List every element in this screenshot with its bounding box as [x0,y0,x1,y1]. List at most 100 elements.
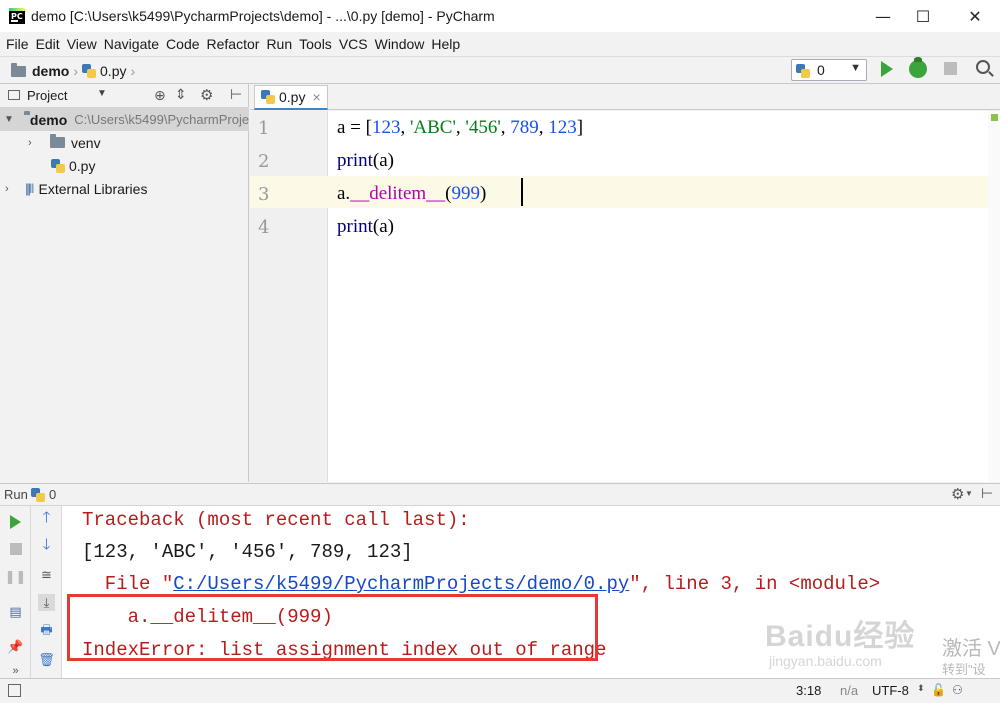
line-separator[interactable]: n/a [840,683,858,698]
menu-refactor[interactable]: Refactor [204,36,263,52]
restore-layout-icon[interactable]: ▤ [7,603,24,620]
menu-help[interactable]: Help [428,36,463,52]
line-number: 4 [258,217,270,238]
python-file-icon [82,64,97,78]
pause-button[interactable]: ❚❚ [5,568,27,585]
debug-bug-icon[interactable] [909,57,927,78]
line-number: 2 [258,151,270,172]
trash-icon[interactable]: 🗑 [38,651,55,668]
run-toolbar-left: ❚❚ ▤ 📌 » [0,506,31,678]
project-view-icon [8,90,20,100]
menu-bar: File Edit View Navigate Code Refactor Ru… [0,32,1000,56]
editor-tab-bar: 0.py × [250,84,1000,110]
activation-line-2: 转到"设 [942,662,986,677]
close-button[interactable]: ✕ [952,0,998,32]
tab-close-icon[interactable]: × [312,89,320,105]
chevron-down-icon: ▼ [850,62,861,74]
tab-0py[interactable]: 0.py × [254,85,328,110]
folder-icon [11,62,26,77]
tree-root-label: demo [29,111,68,128]
menu-navigate[interactable]: Navigate [101,36,162,52]
menu-window[interactable]: Window [372,36,428,52]
tree-item-0py[interactable]: 0.py [0,154,249,177]
locate-icon[interactable]: ⊕ [154,87,166,104]
breadcrumb: demo › 0.py › [11,62,136,79]
tool-windows-icon[interactable] [8,684,21,697]
tree-root-path: C:\Users\k5499\PycharmProjects\demo [74,112,249,127]
print-icon[interactable]: 🖶 [38,622,55,640]
chevron-right-icon: › [73,63,79,79]
library-icon: |||‖ [25,181,34,196]
python-file-icon [796,64,810,78]
error-highlight-box [67,594,598,661]
gear-icon[interactable]: ⚙ [200,86,213,104]
scroll-to-end-icon[interactable]: ⤓ [38,594,55,611]
tree-item-label: 0.py [69,157,96,174]
python-file-icon [261,90,275,104]
chevron-down-icon[interactable]: ▼ [965,489,973,498]
collapse-icon[interactable]: ⇕ [175,86,187,103]
project-tool-window: Project ▼ ⊕ ⇕ ⚙ ⊢ ▼ demo C:\Users\k5499\… [0,84,249,482]
arrow-up-icon[interactable]: 🡑 [38,509,55,528]
tree-item-venv[interactable]: › venv [0,131,249,154]
gear-icon[interactable]: ⚙ [951,485,964,503]
tab-label: 0.py [279,89,306,105]
run-button[interactable] [881,61,893,77]
caret-position[interactable]: 3:18 [796,683,821,698]
soft-wrap-icon[interactable]: ≅ [38,566,55,583]
run-configuration-select[interactable]: 0 ▼ [791,59,867,81]
hide-icon[interactable]: ⊢ [981,485,993,502]
maximize-button[interactable]: ☐ [900,0,946,32]
python-file-icon [51,158,65,173]
chevron-down-icon[interactable]: ▼ [97,88,107,99]
menu-run[interactable]: Run [263,36,295,52]
run-toolbar-right: 🡑 🡓 ≅ ⤓ 🖶 🗑 [31,506,62,678]
menu-code[interactable]: Code [163,36,202,52]
search-icon[interactable] [976,60,994,77]
tree-item-label: venv [71,134,101,151]
chevron-down-icon: ▼ [4,114,14,125]
breadcrumb-project[interactable]: demo [32,63,69,79]
stop-button[interactable] [7,540,24,557]
rerun-button[interactable] [7,513,24,530]
inspector-icon[interactable]: ⚇ [952,683,963,697]
project-pane-header: Project ▼ ⊕ ⇕ ⚙ ⊢ [0,84,249,108]
tree-item-label: External Libraries [38,180,148,197]
breadcrumb-file[interactable]: 0.py [100,63,126,79]
code-line-3: a.__delitem__(999) [337,183,487,204]
arrow-down-icon[interactable]: 🡓 [38,536,55,555]
file-encoding[interactable]: UTF-8 [872,683,909,698]
run-panel-label: Run [4,487,28,502]
more-icon[interactable]: » [7,662,24,679]
chevron-down-icon: ⬍ [917,683,925,693]
menu-tools[interactable]: Tools [296,36,335,52]
menu-file[interactable]: File [3,36,32,52]
code-editor[interactable] [328,111,996,482]
lock-icon[interactable]: 🔓 [931,683,946,697]
menu-view[interactable]: View [64,36,100,52]
stop-button[interactable] [944,62,957,75]
hide-icon[interactable]: ⊢ [230,86,242,103]
title-bar: PC demo [C:\Users\k5499\PycharmProjects\… [0,0,1000,32]
tree-item-external-libraries[interactable]: › |||‖ External Libraries [0,177,249,200]
status-bar: 3:18 n/a UTF-8 ⬍ 🔓 ⚇ [0,678,1000,703]
code-line-1: a = [123, 'ABC', '456', 789, 123] [337,117,584,138]
pin-icon[interactable]: 📌 [7,638,24,655]
watermark-url: jingyan.baidu.com [769,653,882,669]
watermark-text: Baidu经验 [765,620,916,653]
chevron-right-icon: › [28,136,32,149]
run-tool-window-header: Run 0 ⚙ ▼ ⊢ [0,483,1000,506]
menu-vcs[interactable]: VCS [336,36,371,52]
pycharm-logo-icon: PC [9,8,25,24]
traceback-file-link[interactable]: C:/Users/k5499/PycharmProjects/demo/0.py [173,573,629,595]
python-file-icon [31,488,45,502]
menu-edit[interactable]: Edit [33,36,63,52]
project-pane-title[interactable]: Project [27,88,67,103]
tree-root-demo[interactable]: ▼ demo C:\Users\k5499\PycharmProjects\de… [0,108,249,131]
chevron-right-icon: › [130,63,136,79]
line-number: 3 [258,184,270,205]
editor-error-stripe[interactable] [988,111,1000,482]
console-line: [123, 'ABC', '456', 789, 123] [82,541,413,563]
run-tab-label[interactable]: 0 [49,487,56,502]
text-caret [521,178,523,206]
